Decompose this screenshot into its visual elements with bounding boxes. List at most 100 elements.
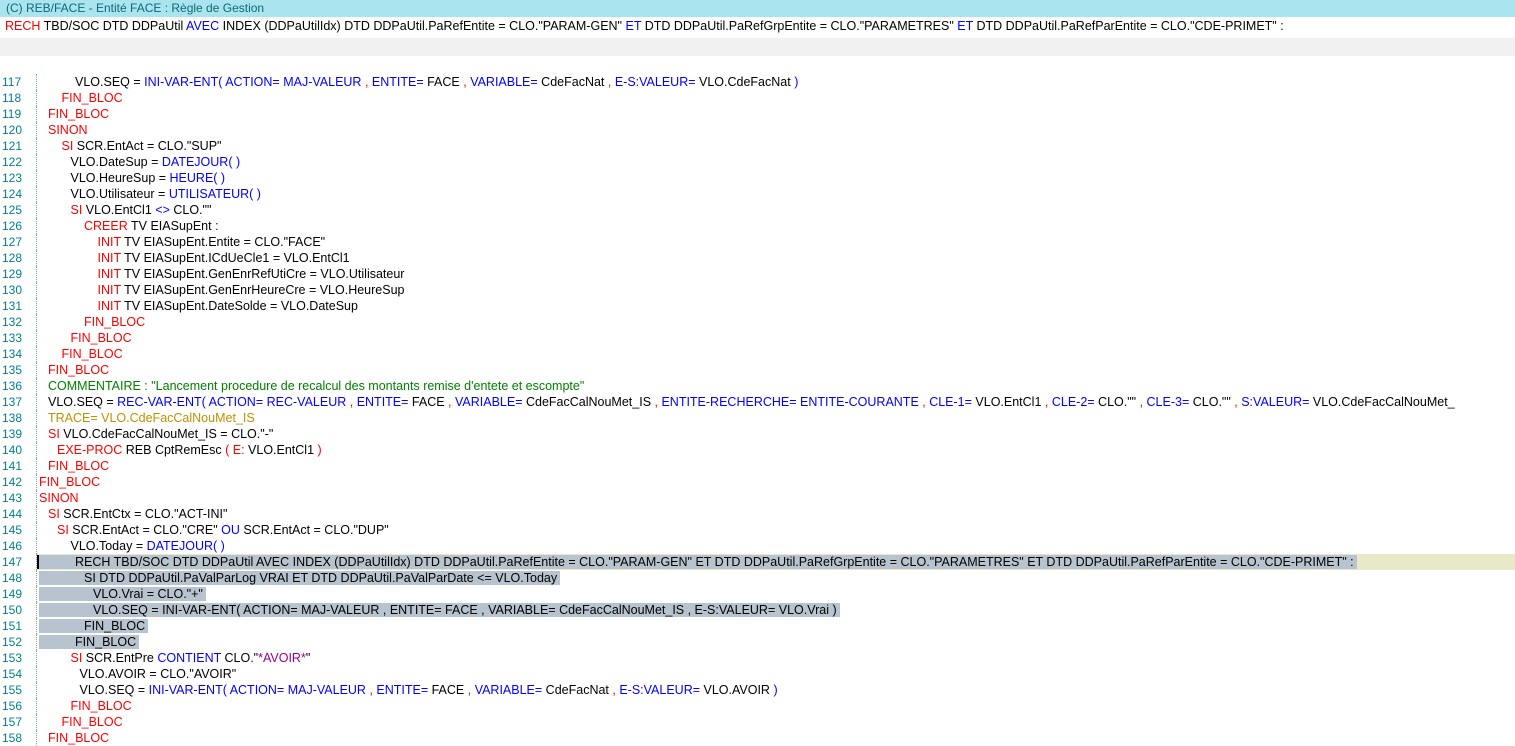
code-token: VLO.Utilisateur = bbox=[71, 187, 169, 201]
code-line[interactable]: 118FIN_BLOC bbox=[0, 90, 1515, 106]
code-line[interactable]: 147RECH TBD/SOC DTD DDPaUtil AVEC INDEX … bbox=[0, 554, 1515, 570]
code-line[interactable]: 137VLO.SEQ = REC-VAR-ENT( ACTION= REC-VA… bbox=[0, 394, 1515, 410]
code-line-body: FIN_BLOC bbox=[37, 698, 1515, 714]
code-token: FACE bbox=[428, 683, 464, 697]
code-line[interactable]: 138TRACE= VLO.CdeFacCalNouMet_IS bbox=[0, 410, 1515, 426]
code-line[interactable]: 123VLO.HeureSup = HEURE( ) bbox=[0, 170, 1515, 186]
code-editor[interactable]: 117VLO.SEQ = INI-VAR-ENT( ACTION= MAJ-VA… bbox=[0, 74, 1515, 746]
code-line[interactable]: 143SINON bbox=[0, 490, 1515, 506]
line-number: 149 bbox=[0, 586, 37, 602]
code-line[interactable]: 149VLO.Vrai = CLO."+" bbox=[0, 586, 1515, 602]
page-title: (C) REB/FACE - Entité FACE : Règle de Ge… bbox=[6, 1, 264, 15]
line-number: 137 bbox=[0, 394, 37, 410]
code-line[interactable]: 131INIT TV EIASupEnt.DateSolde = VLO.Dat… bbox=[0, 298, 1515, 314]
code-text: INIT TV EIASupEnt.GenEnrRefUtiCre = VLO.… bbox=[39, 267, 404, 281]
separator-strip bbox=[0, 38, 1515, 56]
code-token: VLO.CdeFacNat bbox=[696, 75, 795, 89]
code-token: VARIABLE= bbox=[455, 395, 523, 409]
code-line[interactable]: 120SINON bbox=[0, 122, 1515, 138]
code-line[interactable]: 139SI VLO.CdeFacCalNouMet_IS = CLO."-" bbox=[0, 426, 1515, 442]
code-line[interactable]: 152FIN_BLOC bbox=[0, 634, 1515, 650]
selection-highlight: VLO.Vrai = CLO."+" bbox=[39, 587, 206, 601]
code-line[interactable]: 133FIN_BLOC bbox=[0, 330, 1515, 346]
code-line[interactable]: 117VLO.SEQ = INI-VAR-ENT( ACTION= MAJ-VA… bbox=[0, 74, 1515, 90]
selection-highlight: VLO.SEQ = INI-VAR-ENT( ACTION= MAJ-VALEU… bbox=[39, 603, 840, 617]
code-line[interactable]: 122VLO.DateSup = DATEJOUR( ) bbox=[0, 154, 1515, 170]
code-token: , bbox=[1041, 395, 1051, 409]
code-token: INDEX (DDPaUtilIdx) DTD DDPaUtil.PaRefEn… bbox=[219, 19, 625, 33]
code-line[interactable]: 119FIN_BLOC bbox=[0, 106, 1515, 122]
code-line[interactable]: 125SI VLO.EntCl1 <> CLO."" bbox=[0, 202, 1515, 218]
code-token: MAJ-VALEUR bbox=[283, 75, 361, 89]
code-line-body: FIN_BLOC bbox=[37, 314, 1515, 330]
code-token: SINON bbox=[39, 491, 79, 505]
code-token: DATEJOUR( ) bbox=[147, 539, 225, 553]
code-line[interactable]: 157FIN_BLOC bbox=[0, 714, 1515, 730]
code-line[interactable]: 127INIT TV EIASupEnt.Entite = CLO."FACE" bbox=[0, 234, 1515, 250]
code-token: VLO.SEQ = bbox=[48, 395, 117, 409]
code-line[interactable]: 144SI SCR.EntCtx = CLO."ACT-INI" bbox=[0, 506, 1515, 522]
code-text: SINON bbox=[39, 123, 88, 137]
code-token: , bbox=[919, 395, 929, 409]
code-text: FIN_BLOC bbox=[39, 91, 123, 105]
code-line[interactable]: 126CREER TV EIASupEnt : bbox=[0, 218, 1515, 234]
code-line[interactable]: 158FIN_BLOC bbox=[0, 730, 1515, 746]
code-token: ) bbox=[318, 443, 322, 457]
code-line[interactable]: 153SI SCR.EntPre CONTIENT CLO."*AVOIR*" bbox=[0, 650, 1515, 666]
code-token: INIT bbox=[98, 267, 121, 281]
code-token: FIN_BLOC bbox=[84, 619, 145, 633]
code-line[interactable]: 150VLO.SEQ = INI-VAR-ENT( ACTION= MAJ-VA… bbox=[0, 602, 1515, 618]
code-line-body: TRACE= VLO.CdeFacCalNouMet_IS bbox=[37, 410, 1515, 426]
code-token: HEURE( ) bbox=[170, 171, 226, 185]
code-line-body: RECH TBD/SOC DTD DDPaUtil AVEC INDEX (DD… bbox=[37, 554, 1515, 570]
code-token: , bbox=[346, 395, 356, 409]
line-number: 126 bbox=[0, 218, 37, 234]
code-token: VLO.SEQ = INI-VAR-ENT( ACTION= MAJ-VALEU… bbox=[93, 603, 837, 617]
code-token: S:VALEUR= bbox=[1241, 395, 1309, 409]
code-token: E-S:VALEUR= bbox=[615, 75, 696, 89]
code-token: ENTITE-COURANTE bbox=[800, 395, 919, 409]
code-line[interactable]: 130INIT TV EIASupEnt.GenEnrHeureCre = VL… bbox=[0, 282, 1515, 298]
code-token: SI bbox=[57, 523, 69, 537]
code-line[interactable]: 142FIN_BLOC bbox=[0, 474, 1515, 490]
code-line[interactable]: 155VLO.SEQ = INI-VAR-ENT( ACTION= MAJ-VA… bbox=[0, 682, 1515, 698]
code-line[interactable]: 129INIT TV EIASupEnt.GenEnrRefUtiCre = V… bbox=[0, 266, 1515, 282]
code-line[interactable]: 132FIN_BLOC bbox=[0, 314, 1515, 330]
code-line[interactable]: 140EXE-PROC REB CptRemEsc ( E: VLO.EntCl… bbox=[0, 442, 1515, 458]
code-line[interactable]: 156FIN_BLOC bbox=[0, 698, 1515, 714]
code-token: SI bbox=[48, 427, 60, 441]
code-line[interactable]: 128INIT TV EIASupEnt.ICdUeCle1 = VLO.Ent… bbox=[0, 250, 1515, 266]
code-line-body: VLO.Utilisateur = UTILISATEUR( ) bbox=[37, 186, 1515, 202]
code-line[interactable]: 151FIN_BLOC bbox=[0, 618, 1515, 634]
code-token: VLO.HeureSup = bbox=[71, 171, 170, 185]
code-text: FIN_BLOC bbox=[39, 107, 109, 121]
line-number: 125 bbox=[0, 202, 37, 218]
code-text: FIN_BLOC bbox=[39, 347, 123, 361]
code-line[interactable]: 141FIN_BLOC bbox=[0, 458, 1515, 474]
code-token: UTILISATEUR( ) bbox=[169, 187, 261, 201]
code-token: ACTION= bbox=[225, 75, 280, 89]
selection-highlight: RECH TBD/SOC DTD DDPaUtil AVEC INDEX (DD… bbox=[39, 555, 1357, 569]
code-line[interactable]: 136COMMENTAIRE : "Lancement procedure de… bbox=[0, 378, 1515, 394]
code-line[interactable]: 135FIN_BLOC bbox=[0, 362, 1515, 378]
code-token: COMMENTAIRE : "Lancement procedure de re… bbox=[48, 379, 584, 393]
code-line[interactable]: 124VLO.Utilisateur = UTILISATEUR( ) bbox=[0, 186, 1515, 202]
code-text: INIT TV EIASupEnt.DateSolde = VLO.DateSu… bbox=[39, 299, 358, 313]
code-line[interactable]: 134FIN_BLOC bbox=[0, 346, 1515, 362]
code-line[interactable]: 146VLO.Today = DATEJOUR( ) bbox=[0, 538, 1515, 554]
code-token: INIT bbox=[98, 283, 121, 297]
text-cursor bbox=[37, 555, 39, 569]
line-number: 145 bbox=[0, 522, 37, 538]
selection-highlight: FIN_BLOC bbox=[39, 635, 139, 649]
code-line[interactable]: 145SI SCR.EntAct = CLO."CRE" OU SCR.EntA… bbox=[0, 522, 1515, 538]
code-token: VLO.AVOIR bbox=[700, 683, 773, 697]
code-token: MAJ-VALEUR bbox=[288, 683, 366, 697]
code-text: SI SCR.EntPre CONTIENT CLO."*AVOIR*" bbox=[39, 651, 310, 665]
code-line-body: FIN_BLOC bbox=[37, 634, 1515, 650]
code-line-body: VLO.AVOIR = CLO."AVOIR" bbox=[37, 666, 1515, 682]
code-line-body: INIT TV EIASupEnt.Entite = CLO."FACE" bbox=[37, 234, 1515, 250]
code-text: VLO.SEQ = INI-VAR-ENT( ACTION= MAJ-VALEU… bbox=[39, 683, 778, 697]
code-line[interactable]: 121SI SCR.EntAct = CLO."SUP" bbox=[0, 138, 1515, 154]
code-line[interactable]: 154VLO.AVOIR = CLO."AVOIR" bbox=[0, 666, 1515, 682]
code-line[interactable]: 148SI DTD DDPaUtil.PaValParLog VRAI ET D… bbox=[0, 570, 1515, 586]
